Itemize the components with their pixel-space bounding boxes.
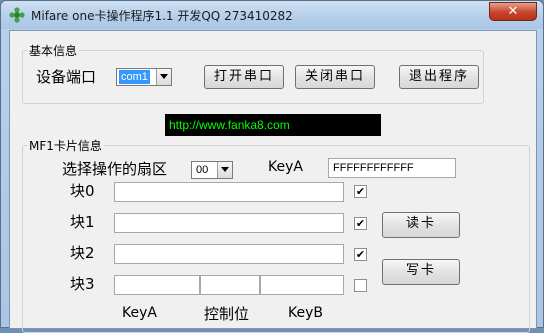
port-value: com1 bbox=[119, 70, 150, 84]
block-3-keya-input[interactable] bbox=[114, 275, 200, 295]
client-area: 基本信息 设备端口 com1 打开串口 关闭串口 退出程序 http://www… bbox=[9, 30, 537, 333]
block-2-input[interactable] bbox=[114, 244, 344, 264]
sector-select[interactable]: 00 bbox=[191, 161, 233, 179]
sub-keya-label: KeyA bbox=[122, 305, 157, 321]
app-window: Mifare one卡操作程序1.1 开发QQ 273410282 ✕ 基本信息… bbox=[0, 0, 544, 333]
block-1-input[interactable] bbox=[114, 213, 344, 233]
write-card-button[interactable]: 写卡 bbox=[382, 259, 460, 285]
block-label: 块2 bbox=[70, 244, 95, 262]
sector-label: 选择操作的扇区 bbox=[62, 160, 168, 178]
sub-keyb-label: KeyB bbox=[288, 305, 323, 321]
block-0-checkbox[interactable]: ✔ bbox=[354, 185, 367, 198]
block-0-input[interactable] bbox=[114, 182, 344, 202]
basic-info-legend: 基本信息 bbox=[29, 44, 78, 58]
block-label: 块3 bbox=[70, 275, 95, 293]
block-2-checkbox[interactable]: ✔ bbox=[354, 248, 367, 261]
block-label: 块0 bbox=[70, 182, 95, 200]
window-title: Mifare one卡操作程序1.1 开发QQ 273410282 bbox=[31, 9, 293, 23]
open-port-button[interactable]: 打开串口 bbox=[204, 65, 284, 89]
card-info-legend: MF1卡片信息 bbox=[29, 139, 102, 153]
block-3-checkbox[interactable] bbox=[354, 279, 367, 292]
block-3-control-input[interactable] bbox=[200, 275, 260, 295]
keya-label: KeyA bbox=[268, 159, 303, 175]
block-3-keyb-input[interactable] bbox=[260, 275, 344, 295]
sector-value: 00 bbox=[196, 164, 209, 176]
title-bar[interactable]: Mifare one卡操作程序1.1 开发QQ 273410282 ✕ bbox=[1, 1, 543, 29]
port-label: 设备端口 bbox=[36, 68, 97, 86]
read-card-button[interactable]: 读卡 bbox=[382, 212, 460, 238]
block-label: 块1 bbox=[70, 213, 95, 231]
close-icon: ✕ bbox=[507, 4, 519, 19]
app-icon bbox=[9, 7, 25, 23]
close-port-button[interactable]: 关闭串口 bbox=[295, 65, 375, 89]
keya-input[interactable]: FFFFFFFFFFFF bbox=[328, 158, 456, 178]
close-window-button[interactable]: ✕ bbox=[489, 2, 537, 21]
website-banner: http://www.fanka8.com bbox=[165, 114, 381, 136]
sub-control-label: 控制位 bbox=[204, 305, 250, 323]
port-select[interactable]: com1 bbox=[116, 68, 172, 86]
chevron-down-icon[interactable] bbox=[217, 162, 232, 178]
chevron-down-icon[interactable] bbox=[156, 69, 171, 85]
block-1-checkbox[interactable]: ✔ bbox=[354, 217, 367, 230]
exit-program-button[interactable]: 退出程序 bbox=[399, 65, 479, 89]
